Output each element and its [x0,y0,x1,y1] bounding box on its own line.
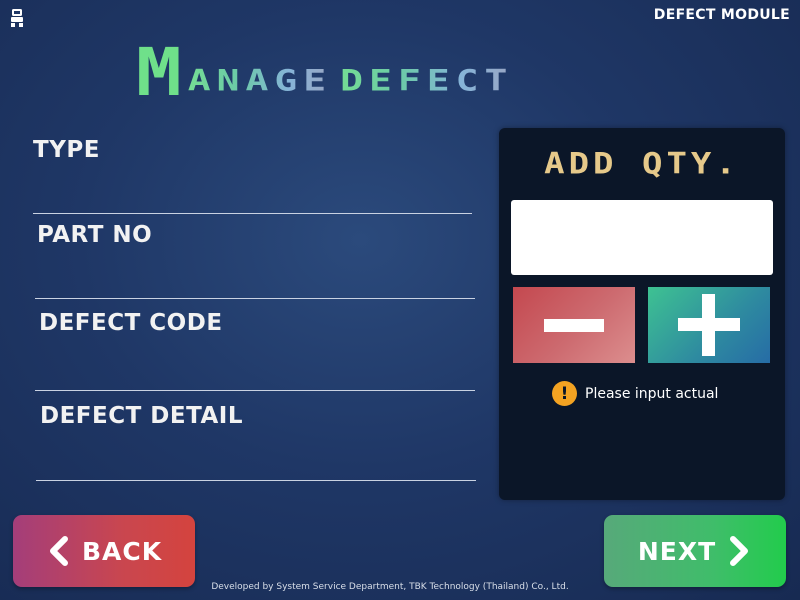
chevron-left-icon [49,536,68,566]
next-button[interactable]: NEXT [604,515,786,587]
plus-icon [678,294,740,356]
qty-hint: ! Please input actual [552,381,718,406]
field-label-defect-detail: DEFECT DETAIL [40,403,244,429]
module-label: DEFECT MODULE [653,7,790,23]
title-initial: M [136,34,182,111]
add-qty-title: ADD QTY. [544,147,740,181]
field-underline-defect-detail[interactable] [36,480,476,481]
page-title: M anage defect [136,34,676,106]
increase-qty-button[interactable] [648,287,770,363]
next-button-label: NEXT [637,536,717,566]
field-underline-part-no[interactable] [35,298,475,299]
field-underline-type[interactable] [33,213,472,214]
title-word-second: defect [340,63,514,98]
field-label-defect-code: DEFECT CODE [39,310,223,336]
decrease-qty-button[interactable] [513,287,635,363]
back-button-label: BACK [81,536,163,566]
back-button[interactable]: BACK [13,515,195,587]
field-label-part-no: PART NO [37,222,153,248]
app-logo-icon [11,9,23,27]
warning-icon: ! [552,381,577,406]
hint-text: Please input actual [585,385,719,402]
field-underline-defect-code[interactable] [35,390,475,391]
qty-input[interactable] [511,200,773,275]
footer-credit: Developed by System Service Department, … [211,582,569,592]
title-word-first: anage [187,63,333,98]
field-label-type: TYPE [33,137,100,163]
chevron-right-icon [730,536,749,566]
minus-icon [544,318,604,332]
